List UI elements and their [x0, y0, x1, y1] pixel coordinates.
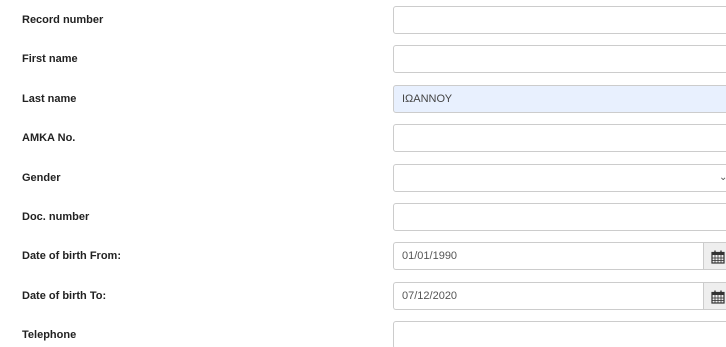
dob-from-input[interactable] [393, 242, 704, 270]
row-record-number: Record number [0, 6, 726, 36]
amka-label: AMKA No. [22, 132, 76, 144]
doc-number-label: Doc. number [22, 211, 90, 223]
dob-to-label: Date of birth To: [22, 290, 107, 302]
doc-number-input[interactable] [393, 203, 726, 231]
row-doc-number: Doc. number [0, 203, 726, 233]
calendar-icon [711, 250, 725, 264]
dob-to-input[interactable] [393, 282, 704, 310]
row-gender: Gender ⌄ [0, 164, 726, 194]
last-name-input[interactable] [393, 85, 726, 113]
row-telephone: Telephone [0, 321, 726, 347]
dob-from-calendar-button[interactable] [703, 242, 726, 270]
gender-label: Gender [22, 172, 61, 184]
gender-select[interactable]: ⌄ [393, 164, 726, 192]
chevron-down-icon: ⌄ [719, 172, 726, 183]
row-last-name: Last name [0, 85, 726, 115]
last-name-label: Last name [22, 93, 77, 105]
row-first-name: First name [0, 45, 726, 75]
record-number-label: Record number [22, 14, 104, 26]
dob-to-calendar-button[interactable] [703, 282, 726, 310]
amka-input[interactable] [393, 124, 726, 152]
dob-from-label: Date of birth From: [22, 250, 121, 262]
calendar-icon [711, 290, 725, 304]
first-name-input[interactable] [393, 45, 726, 73]
telephone-input[interactable] [393, 321, 726, 347]
row-dob-to: Date of birth To: [0, 282, 726, 312]
row-amka: AMKA No. [0, 124, 726, 154]
row-dob-from: Date of birth From: [0, 242, 726, 272]
record-number-input[interactable] [393, 6, 726, 34]
search-form: Record number First name Last name AMKA … [0, 0, 726, 347]
telephone-label: Telephone [22, 329, 77, 341]
first-name-label: First name [22, 53, 78, 65]
